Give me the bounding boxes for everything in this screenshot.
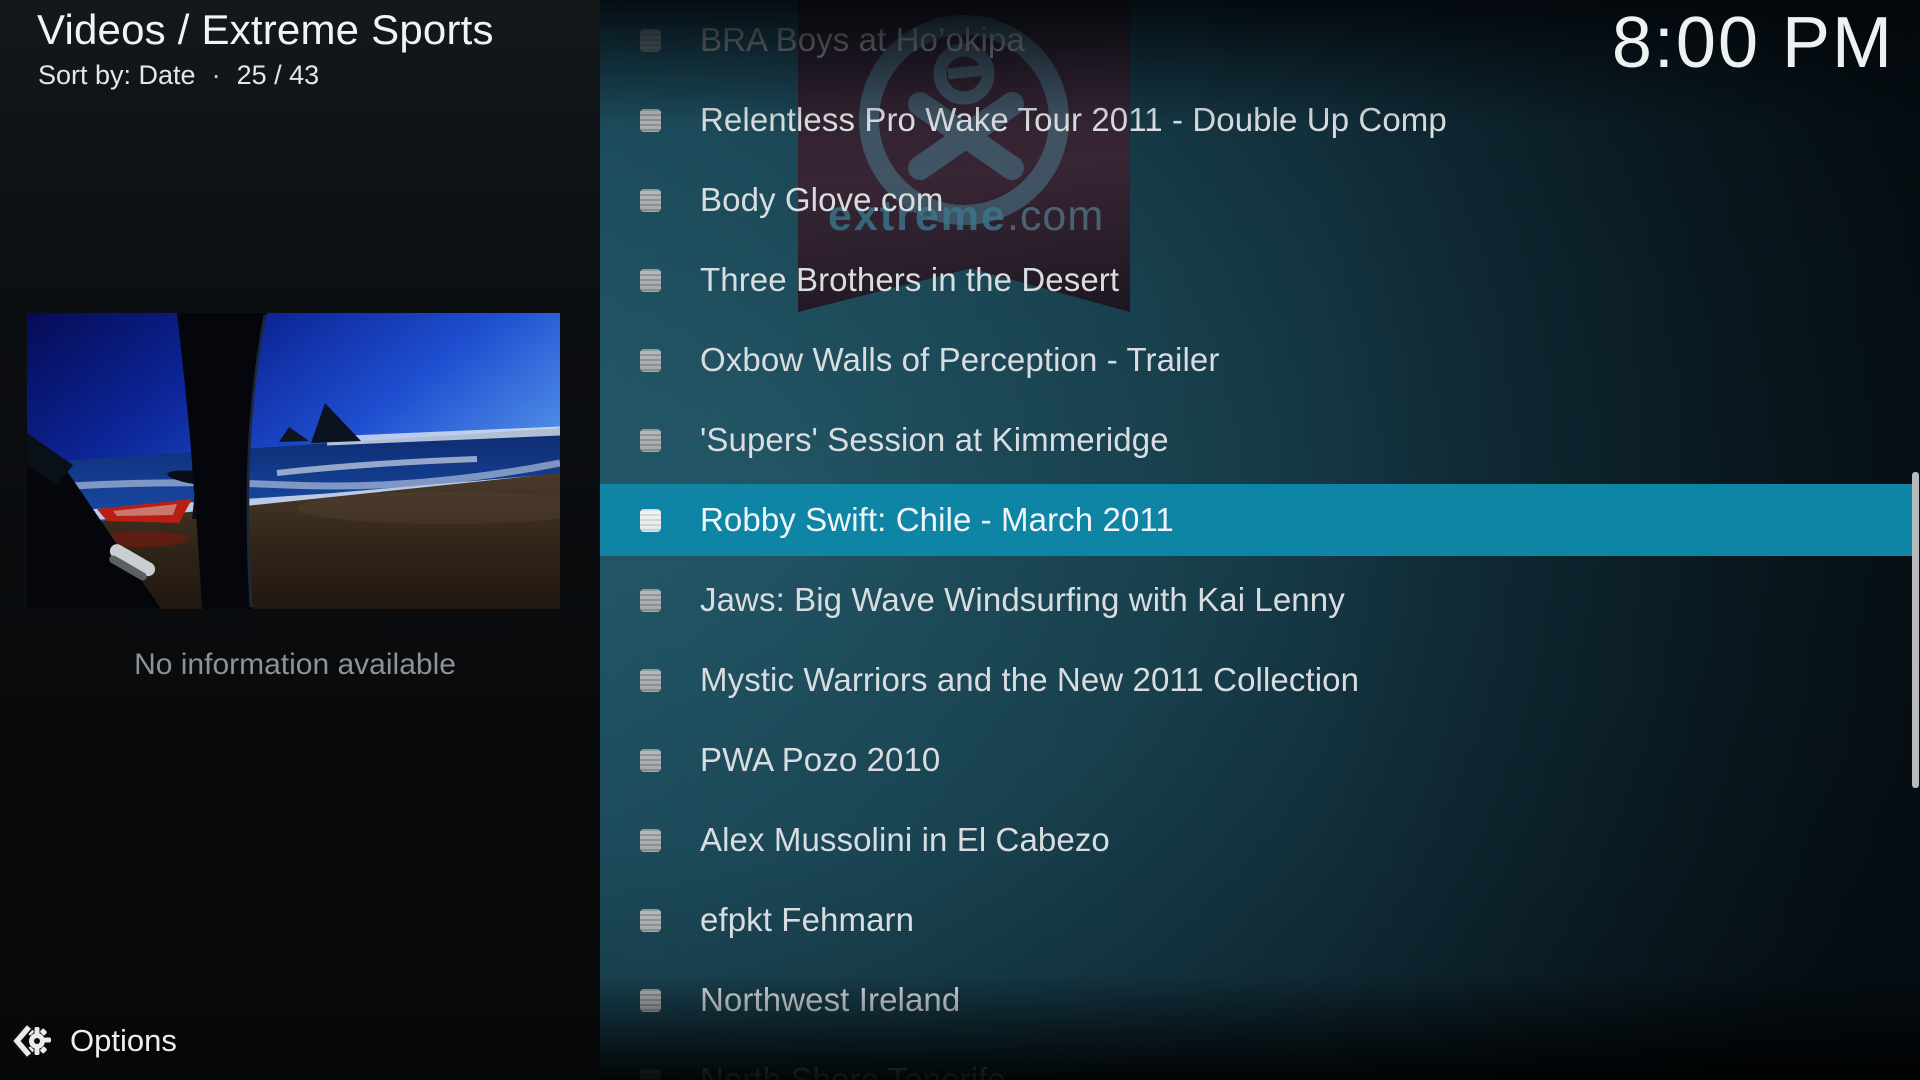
list-item-label: Relentless Pro Wake Tour 2011 - Double U…	[700, 101, 1447, 139]
video-bullet-icon	[640, 109, 661, 132]
list-item[interactable]: Relentless Pro Wake Tour 2011 - Double U…	[600, 80, 1920, 160]
list-item[interactable]: North Shore Tenerife	[600, 1040, 1920, 1080]
video-thumbnail	[27, 313, 560, 609]
video-bullet-icon	[640, 1069, 661, 1080]
list-item-label: 'Supers' Session at Kimmeridge	[700, 421, 1169, 459]
list-item-label: Jaws: Big Wave Windsurfing with Kai Lenn…	[700, 581, 1345, 619]
info-panel: Videos / Extreme Sports Sort by: Date · …	[0, 0, 600, 1080]
list-item-label: Alex Mussolini in El Cabezo	[700, 821, 1110, 859]
options-gear-icon	[10, 1021, 54, 1061]
list-item-label: BRA Boys at Ho’okipa	[700, 21, 1025, 59]
video-bullet-icon	[640, 829, 661, 852]
item-count: 25 / 43	[237, 60, 320, 91]
video-bullet-icon	[640, 269, 661, 292]
video-list: BRA Boys at Ho’okipa Relentless Pro Wake …	[600, 0, 1920, 1080]
video-bullet-icon	[640, 429, 661, 452]
windsurf-beach-photo	[27, 313, 560, 609]
list-item[interactable]: Jaws: Big Wave Windsurfing with Kai Lenn…	[600, 560, 1920, 640]
kodi-video-list-screen: extreme.com BRA Boys at Ho’okipaRelentle…	[0, 0, 1920, 1080]
list-item[interactable]: Body Glove.com	[600, 160, 1920, 240]
video-bullet-icon	[640, 589, 661, 612]
list-item-label: Oxbow Walls of Perception - Trailer	[700, 341, 1219, 379]
video-bullet-icon	[640, 189, 661, 212]
list-item-label: PWA Pozo 2010	[700, 741, 940, 779]
separator-dot: ·	[212, 60, 221, 91]
options-label: Options	[70, 1023, 177, 1059]
list-item[interactable]: Three Brothers in the Desert	[600, 240, 1920, 320]
list-item-label: Northwest Ireland	[700, 981, 960, 1019]
video-bullet-icon	[640, 29, 661, 52]
list-item[interactable]: Oxbow Walls of Perception - Trailer	[600, 320, 1920, 400]
video-bullet-icon	[640, 349, 661, 372]
list-item-label: efpkt Fehmarn	[700, 901, 914, 939]
video-bullet-icon	[640, 909, 661, 932]
list-item-label: Body Glove.com	[700, 181, 944, 219]
list-item-label: North Shore Tenerife	[700, 1061, 1006, 1080]
video-bullet-icon	[640, 749, 661, 772]
video-list-panel: extreme.com BRA Boys at Ho’okipaRelentle…	[600, 0, 1920, 1080]
scrollbar-thumb[interactable]	[1912, 472, 1919, 788]
no-information-text: No information available	[0, 648, 590, 682]
video-bullet-icon	[640, 509, 661, 532]
video-bullet-icon	[640, 989, 661, 1012]
clock-display: 8:00 PM	[1612, 2, 1894, 84]
list-item[interactable]: Alex Mussolini in El Cabezo	[600, 800, 1920, 880]
list-item[interactable]: 'Supers' Session at Kimmeridge	[600, 400, 1920, 480]
list-item[interactable]: Robby Swift: Chile - March 2011	[600, 480, 1920, 560]
list-item-label: Mystic Warriors and the New 2011 Collect…	[700, 661, 1359, 699]
options-button[interactable]: Options	[10, 1018, 177, 1064]
list-item[interactable]: PWA Pozo 2010	[600, 720, 1920, 800]
sort-by-label: Sort by: Date	[38, 60, 196, 91]
list-item[interactable]: Northwest Ireland	[600, 960, 1920, 1040]
list-item-label: Three Brothers in the Desert	[700, 261, 1119, 299]
video-bullet-icon	[640, 669, 661, 692]
list-item[interactable]: efpkt Fehmarn	[600, 880, 1920, 960]
sort-info: Sort by: Date · 25 / 43	[38, 60, 319, 91]
list-item[interactable]: Mystic Warriors and the New 2011 Collect…	[600, 640, 1920, 720]
page-title: Videos / Extreme Sports	[37, 6, 597, 54]
list-item-label: Robby Swift: Chile - March 2011	[700, 501, 1174, 539]
